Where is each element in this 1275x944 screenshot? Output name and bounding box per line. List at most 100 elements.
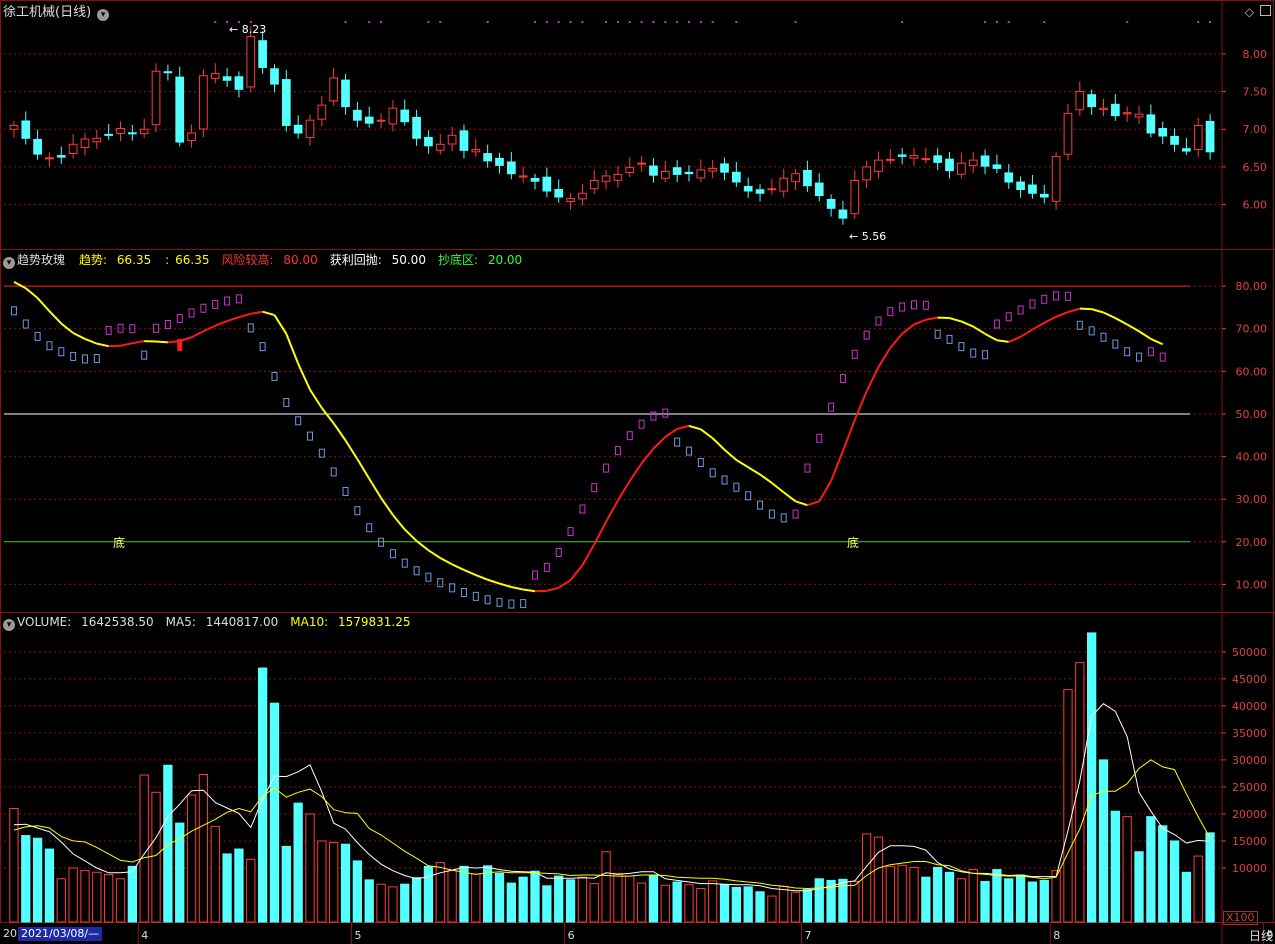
rose-box bbox=[1088, 326, 1095, 336]
rose-box bbox=[721, 475, 728, 485]
volume-bar bbox=[494, 872, 505, 923]
trend-line-segment bbox=[273, 314, 288, 335]
volume-bar bbox=[625, 875, 635, 923]
ma10-label: MA10: 1579831.25 bbox=[290, 615, 411, 629]
stock-chart-window[interactable]: 6.00 6.50 7.00 7.50 8.00 10.00 20.00 30.00 40.00… bbox=[0, 0, 1275, 944]
rose-box bbox=[401, 558, 408, 568]
candle-body bbox=[412, 116, 421, 139]
signal-dot bbox=[368, 21, 371, 23]
indicator-tick-label: 40.00 bbox=[1236, 451, 1268, 464]
volume-bar bbox=[423, 865, 434, 923]
period-label[interactable]: 日线 bbox=[1249, 927, 1273, 944]
rose-box bbox=[1076, 320, 1083, 330]
volume-bar bbox=[1110, 810, 1120, 923]
chart-canvas[interactable]: 6.00 6.50 7.00 7.50 8.00 10.00 20.00 30.00 40.00… bbox=[0, 0, 1275, 944]
candle-body bbox=[270, 68, 279, 85]
rose-box bbox=[164, 319, 171, 329]
candle-body bbox=[649, 165, 658, 176]
candle-body bbox=[163, 71, 173, 74]
dropdown-icon[interactable]: ▾ bbox=[97, 9, 110, 21]
candle-body bbox=[435, 143, 445, 151]
volume-tick-label: 20000 bbox=[1232, 808, 1267, 821]
signal-dot bbox=[711, 21, 714, 23]
rose-box bbox=[366, 523, 373, 533]
rose-box bbox=[922, 300, 929, 310]
candle-body bbox=[1028, 184, 1037, 194]
volume-tick-label: 30000 bbox=[1232, 754, 1267, 767]
volume-bar bbox=[1181, 871, 1192, 923]
trend-line-segment bbox=[949, 317, 962, 323]
trend-line-segment bbox=[830, 450, 844, 482]
rose-box bbox=[235, 294, 242, 304]
rose-box bbox=[662, 408, 669, 418]
rose-box bbox=[389, 549, 396, 559]
dropdown-icon[interactable]: ▾ bbox=[3, 257, 15, 269]
candle-body bbox=[1110, 103, 1120, 117]
volume-tick-label: 45000 bbox=[1232, 673, 1267, 686]
trend-line-segment bbox=[960, 320, 974, 328]
trend-line-segment bbox=[984, 332, 998, 342]
candle-body bbox=[376, 119, 386, 122]
volume-bar bbox=[80, 870, 90, 923]
candle-body bbox=[116, 127, 125, 134]
candle-body bbox=[151, 70, 161, 126]
rose-box bbox=[330, 467, 337, 477]
candle-body bbox=[175, 76, 185, 143]
rose-box bbox=[579, 504, 586, 514]
indicator-tick-label: 20.00 bbox=[1236, 536, 1268, 549]
candle-body bbox=[850, 179, 860, 215]
trend-line-segment bbox=[842, 419, 856, 452]
candle-body bbox=[1170, 135, 1179, 145]
rose-box bbox=[460, 588, 467, 598]
candle-body bbox=[281, 79, 291, 126]
candle-body bbox=[1016, 181, 1025, 191]
candle-body bbox=[1134, 113, 1144, 118]
trend-line-segment bbox=[700, 428, 714, 440]
rose-box bbox=[543, 562, 550, 572]
candle-body bbox=[305, 119, 315, 139]
candle-body bbox=[56, 155, 66, 158]
trend-line-segment bbox=[155, 340, 168, 344]
trend-line-segment bbox=[84, 338, 98, 345]
rose-box bbox=[851, 349, 858, 359]
month-label: 5 bbox=[354, 929, 361, 942]
window-restore-icon[interactable] bbox=[1260, 5, 1271, 16]
candle-body bbox=[933, 155, 943, 163]
candle-body bbox=[732, 171, 741, 183]
candle-body bbox=[400, 109, 410, 123]
trend-label: 趋势: 66.35 bbox=[79, 253, 152, 267]
volume-bar bbox=[1039, 879, 1049, 923]
volume-tick-label: 35000 bbox=[1232, 727, 1267, 740]
trend-line-segment bbox=[925, 316, 938, 321]
rose-box bbox=[614, 446, 621, 456]
signal-dot bbox=[794, 21, 797, 23]
dropdown-icon[interactable]: ▾ bbox=[3, 619, 15, 631]
volume-bar bbox=[944, 871, 955, 923]
trend-line-segment bbox=[415, 540, 430, 552]
diamond-icon[interactable]: ◇ bbox=[1245, 5, 1254, 19]
trend-line-segment bbox=[795, 500, 808, 507]
volume-bar bbox=[755, 891, 765, 923]
volume-bar bbox=[210, 825, 220, 923]
rose-box bbox=[745, 491, 752, 501]
volume-bar bbox=[329, 842, 339, 923]
rose-box bbox=[318, 448, 325, 458]
candle-body bbox=[814, 182, 824, 197]
candle-body bbox=[483, 153, 492, 162]
rose-box bbox=[603, 463, 610, 473]
date-cursor-box[interactable]: 2021/03/08/— bbox=[18, 927, 103, 941]
volume-bar bbox=[802, 889, 813, 923]
candle-body bbox=[187, 132, 196, 141]
trend-line-segment bbox=[36, 297, 51, 312]
volume-label: VOLUME: 1642538.50 bbox=[17, 615, 154, 629]
signal-dot bbox=[640, 21, 643, 23]
volume-bar bbox=[222, 853, 232, 923]
candle-body bbox=[128, 132, 137, 135]
rose-box bbox=[697, 458, 704, 468]
candle-body bbox=[80, 138, 90, 148]
volume-bar bbox=[660, 884, 670, 923]
candle-body bbox=[246, 36, 256, 88]
trend-line-segment bbox=[593, 521, 607, 545]
volume-bar bbox=[968, 869, 978, 923]
trend-line-segment bbox=[972, 325, 986, 335]
